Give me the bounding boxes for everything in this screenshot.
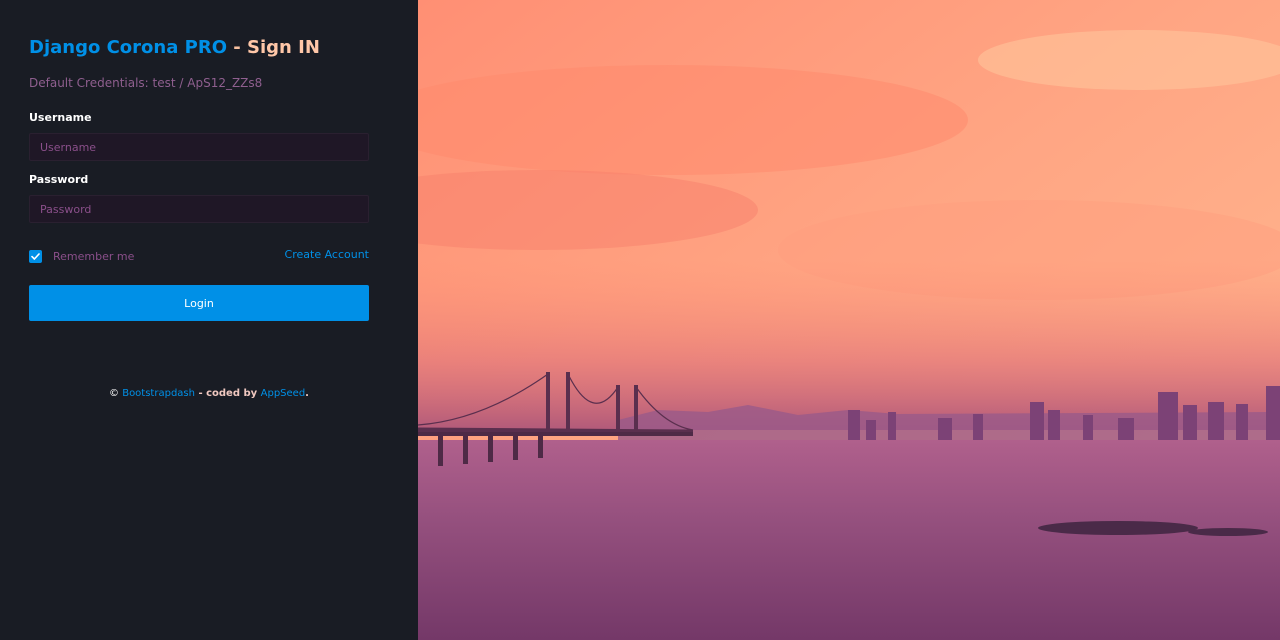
login-page: Django Corona PRO - Sign IN Default Cred… [0, 0, 1280, 640]
copyright-icon: © [109, 388, 120, 399]
username-input[interactable] [29, 133, 369, 161]
footer: © Bootstrapdash - coded by AppSeed. [0, 388, 418, 399]
login-button[interactable]: Login [29, 285, 369, 321]
username-label: Username [29, 111, 92, 124]
coded-by-text: - coded by [194, 388, 261, 399]
page-title: Django Corona PRO - Sign IN [29, 37, 320, 58]
password-label: Password [29, 173, 89, 186]
login-panel: Django Corona PRO - Sign IN Default Cred… [0, 0, 418, 640]
remember-checkbox[interactable] [29, 250, 42, 263]
remember-row: Remember me Create Account [29, 248, 369, 265]
create-account-link[interactable]: Create Account [285, 248, 369, 261]
sign-in-heading: Sign IN [247, 37, 320, 58]
footer-period: . [305, 388, 309, 399]
appseed-link[interactable]: AppSeed [261, 388, 306, 399]
background-image [418, 0, 1280, 640]
brand-name: Django Corona PRO [29, 37, 227, 58]
remember-label[interactable]: Remember me [53, 250, 134, 263]
city-bridge-sunset-image [418, 0, 1280, 640]
bootstrapdash-link[interactable]: Bootstrapdash [122, 388, 195, 399]
password-input[interactable] [29, 195, 369, 223]
default-credentials-note: Default Credentials: test / ApS12_ZZs8 [29, 76, 263, 90]
check-icon [31, 253, 40, 260]
title-separator: - [227, 37, 248, 58]
